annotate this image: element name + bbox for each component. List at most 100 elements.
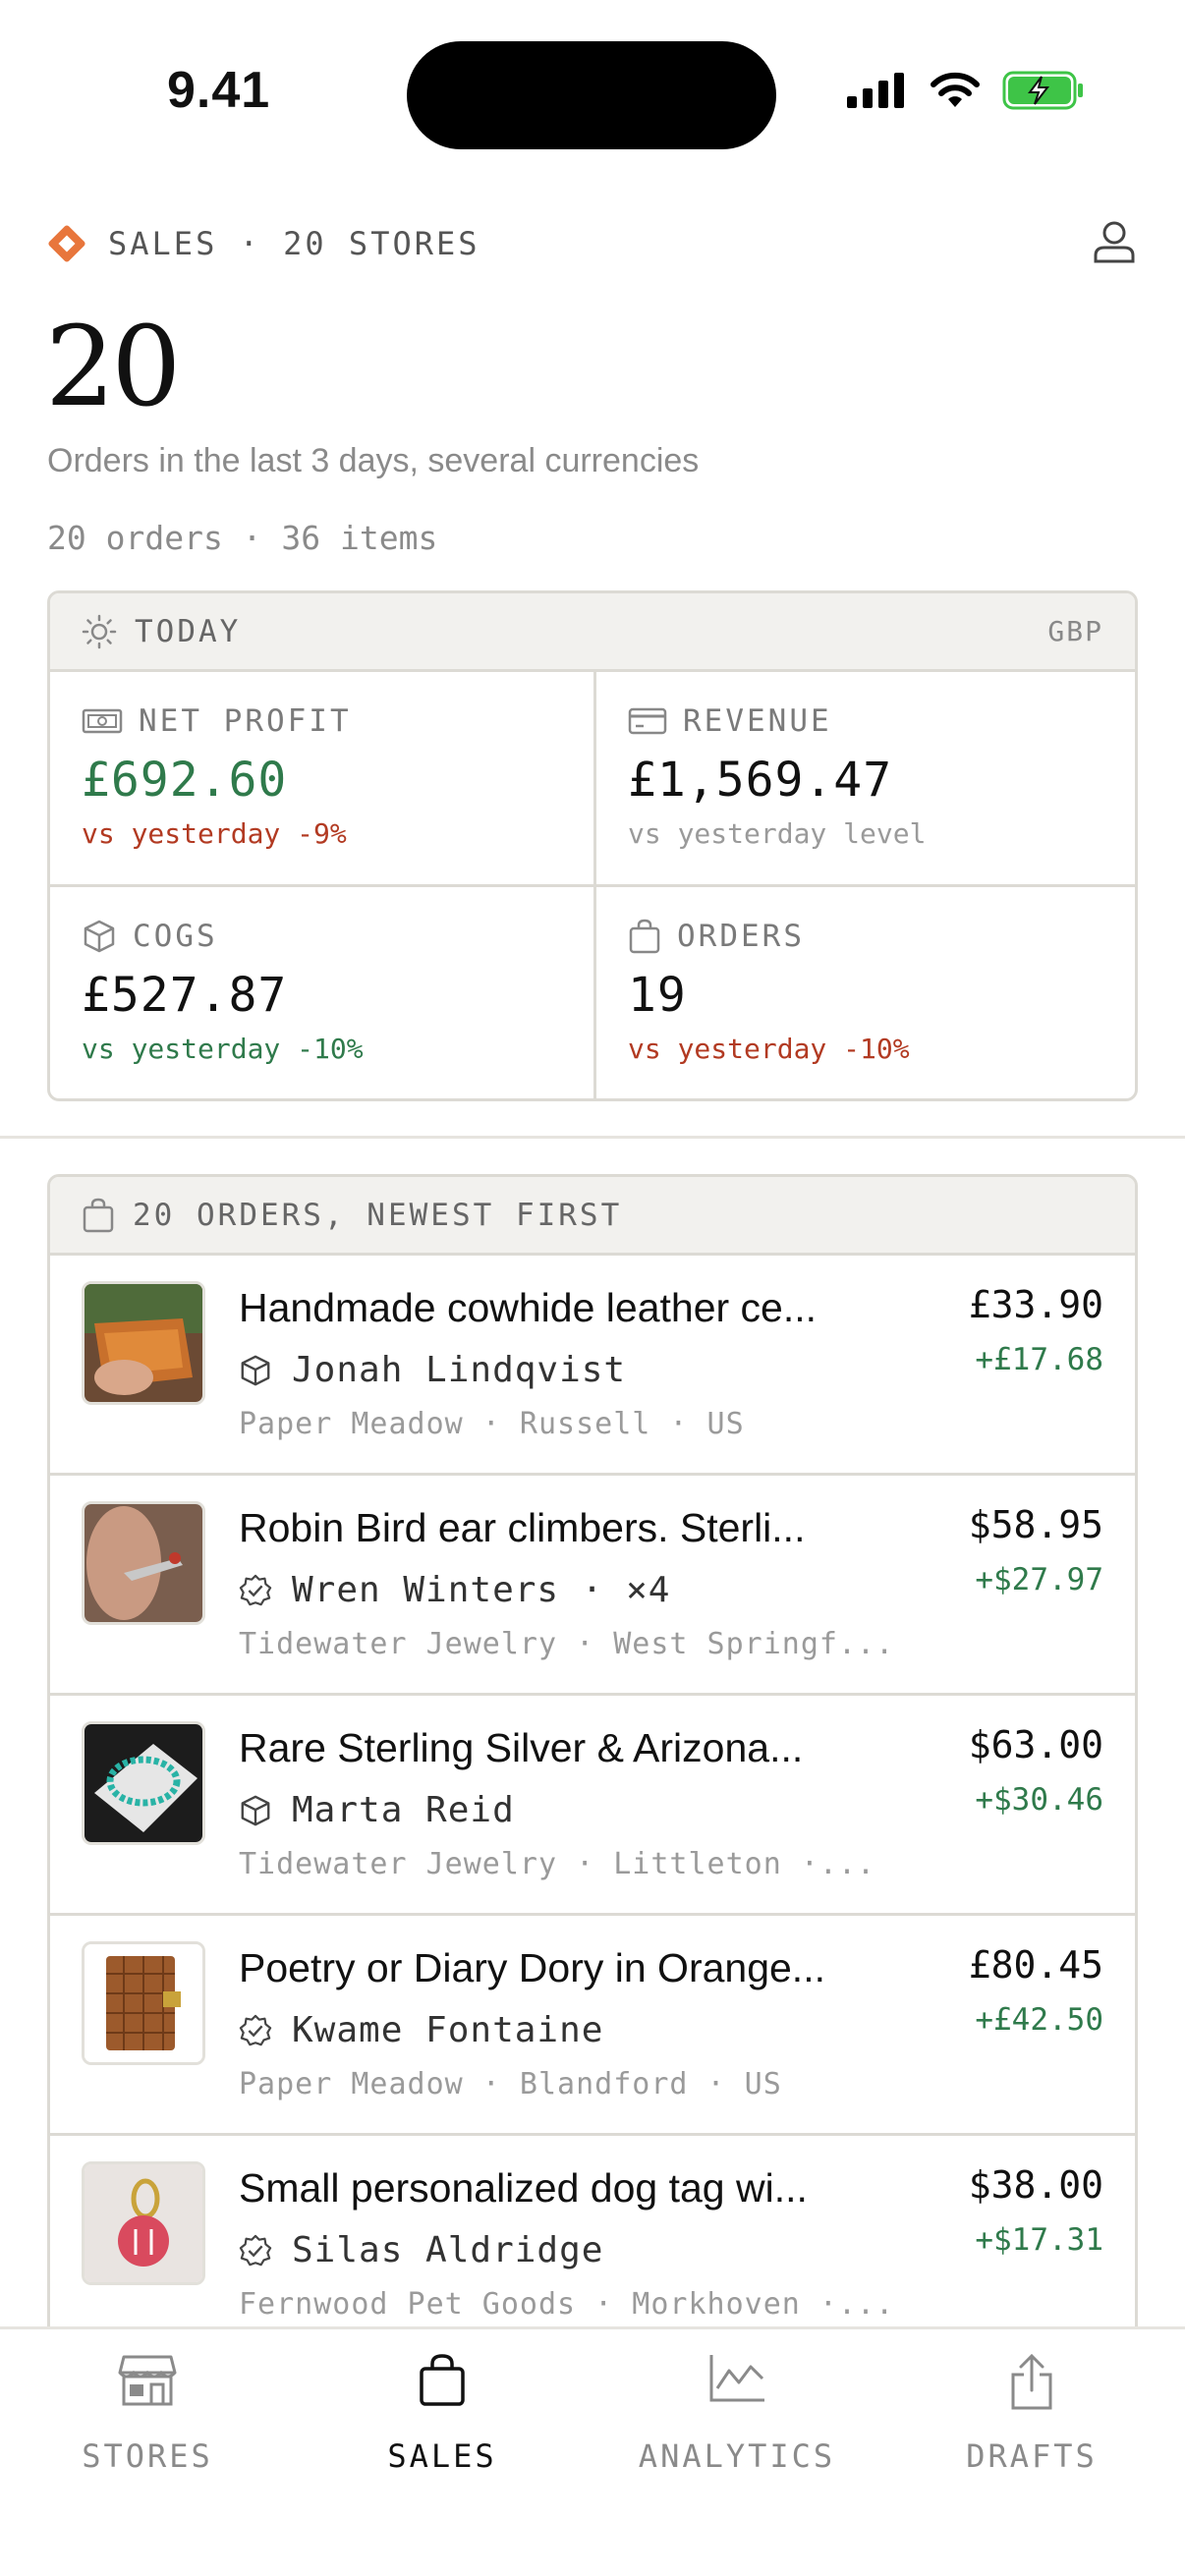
tab-bar: STORES SALES ANALYTICS DRAFTS: [0, 2326, 1185, 2576]
today-label: TODAY: [135, 613, 242, 649]
metric-value: £692.60: [82, 753, 288, 808]
order-row[interactable]: Robin Bird ear climbers. Sterli... Wren …: [50, 1476, 1135, 1696]
product-thumbnail: [82, 1721, 205, 1845]
order-buyer: Wren Winters · ×4: [239, 1570, 670, 1610]
tab-label: DRAFTS: [966, 2437, 1098, 2475]
summary-subtitle: Orders in the last 3 days, several curre…: [47, 442, 700, 479]
metric-label: COGS: [133, 919, 218, 954]
order-store: Tidewater Jewelry · Littleton ·...: [239, 1847, 876, 1881]
order-profit: +£17.68: [975, 1342, 1103, 1377]
product-thumbnail: [82, 1281, 205, 1405]
logo-icon: [47, 224, 86, 263]
tab-analytics[interactable]: ANALYTICS: [590, 2329, 884, 2526]
page-header: SALES · 20 STORES: [47, 218, 1138, 269]
tab-label: SALES: [387, 2437, 497, 2475]
metric-revenue: REVENUE £1,569.47 vs yesterday level: [593, 672, 1135, 887]
share-icon: [1011, 2353, 1052, 2410]
wifi-icon: [931, 72, 980, 107]
user-icon: [1094, 221, 1135, 263]
product-thumbnail: [82, 1501, 205, 1625]
order-profit: +$27.97: [975, 1562, 1103, 1597]
profile-button[interactable]: [1091, 218, 1138, 270]
tab-sales[interactable]: SALES: [295, 2329, 590, 2526]
buyer-name: Marta Reid: [292, 1790, 515, 1830]
currency-label: GBP: [1047, 615, 1103, 647]
page-title: SALES · 20 STORES: [108, 225, 480, 262]
package-icon: [241, 1355, 270, 1385]
today-card: TODAY GBP NET PROFIT £692.60 vs yesterda…: [47, 590, 1138, 1101]
order-buyer: Kwame Fontaine: [239, 2010, 603, 2050]
metric-net-profit: NET PROFIT £692.60 vs yesterday -9%: [50, 672, 593, 887]
order-price: £33.90: [968, 1283, 1103, 1326]
summary-meta: 20 orders · 36 items: [47, 519, 438, 557]
metric-delta: vs yesterday -9%: [82, 817, 347, 850]
section-divider: [0, 1136, 1185, 1139]
order-title: Handmade cowhide leather ce...: [239, 1285, 818, 1330]
today-card-header: TODAY GBP: [50, 593, 1135, 672]
tab-drafts[interactable]: DRAFTS: [884, 2329, 1179, 2526]
order-store: Paper Meadow · Russell · US: [239, 1407, 745, 1441]
buyer-name: Jonah Lindqvist: [292, 1350, 627, 1390]
store-icon: [118, 2355, 177, 2406]
order-row[interactable]: Handmade cowhide leather ce... Jonah Lin…: [50, 1256, 1135, 1476]
metric-label: ORDERS: [677, 919, 805, 954]
verified-icon: [239, 2234, 272, 2266]
orders-count: 20: [45, 304, 182, 431]
order-title: Small personalized dog tag wi...: [239, 2165, 808, 2211]
product-thumbnail: [82, 1941, 205, 2065]
bag-icon: [629, 919, 660, 954]
buyer-name: Kwame Fontaine: [292, 2010, 604, 2050]
metric-value: 19: [628, 968, 687, 1023]
status-time: 9.41: [167, 62, 271, 119]
battery-charging-icon: [1002, 71, 1083, 110]
card-icon: [628, 707, 667, 735]
order-profit: +£42.50: [975, 2002, 1103, 2038]
order-title: Robin Bird ear climbers. Sterli...: [239, 1505, 806, 1550]
cash-icon: [82, 708, 123, 734]
bag-icon: [420, 2354, 465, 2406]
dynamic-island: [407, 41, 776, 149]
orders-list-title: 20 ORDERS, NEWEST FIRST: [133, 1197, 623, 1233]
orders-list-header: 20 ORDERS, NEWEST FIRST: [50, 1177, 1135, 1256]
order-price: $58.95: [968, 1503, 1103, 1546]
order-buyer: Silas Aldridge: [239, 2230, 603, 2270]
product-thumbnail: [82, 2161, 205, 2285]
metric-orders: ORDERS 19 vs yesterday -10%: [593, 887, 1135, 1098]
order-price: $38.00: [968, 2163, 1103, 2207]
tab-label: STORES: [82, 2437, 213, 2475]
tab-label: ANALYTICS: [638, 2437, 836, 2475]
metric-delta: vs yesterday -10%: [82, 1033, 364, 1065]
status-bar: 9.41: [0, 0, 1185, 177]
order-buyer: Marta Reid: [239, 1790, 515, 1830]
tab-stores[interactable]: STORES: [0, 2329, 295, 2526]
signal-icon: [847, 73, 904, 108]
metric-delta: vs yesterday -10%: [628, 1033, 910, 1065]
order-row[interactable]: Poetry or Diary Dory in Orange... Kwame …: [50, 1916, 1135, 2136]
verified-icon: [239, 2014, 272, 2045]
order-row[interactable]: Rare Sterling Silver & Arizona... Marta …: [50, 1696, 1135, 1916]
buyer-name: Silas Aldridge: [292, 2230, 604, 2270]
bag-icon: [83, 1198, 114, 1232]
order-buyer: Jonah Lindqvist: [239, 1350, 626, 1390]
metric-label: REVENUE: [683, 703, 832, 739]
status-icons: [847, 71, 1085, 110]
order-store: Paper Meadow · Blandford · US: [239, 2067, 782, 2101]
metric-label: NET PROFIT: [139, 703, 352, 739]
order-title: Rare Sterling Silver & Arizona...: [239, 1725, 804, 1770]
order-row[interactable]: Small personalized dog tag wi... Silas A…: [50, 2136, 1135, 2356]
order-profit: +$17.31: [975, 2222, 1103, 2258]
box-icon: [84, 920, 115, 953]
order-store: Fernwood Pet Goods · Morkhoven ·...: [239, 2287, 887, 2322]
order-title: Poetry or Diary Dory in Orange...: [239, 1945, 825, 1990]
order-profit: +$30.46: [975, 1782, 1103, 1818]
order-price: $63.00: [968, 1723, 1103, 1766]
package-icon: [241, 1795, 270, 1825]
buyer-name: Wren Winters · ×4: [292, 1570, 671, 1610]
order-store: Tidewater Jewelry · West Springf...: [239, 1627, 887, 1661]
order-price: £80.45: [968, 1943, 1103, 1987]
metric-value: £1,569.47: [628, 753, 893, 808]
verified-icon: [239, 1574, 272, 1605]
metric-value: £527.87: [82, 968, 288, 1023]
metric-delta: vs yesterday level: [628, 817, 927, 850]
metric-cogs: COGS £527.87 vs yesterday -10%: [50, 887, 593, 1098]
